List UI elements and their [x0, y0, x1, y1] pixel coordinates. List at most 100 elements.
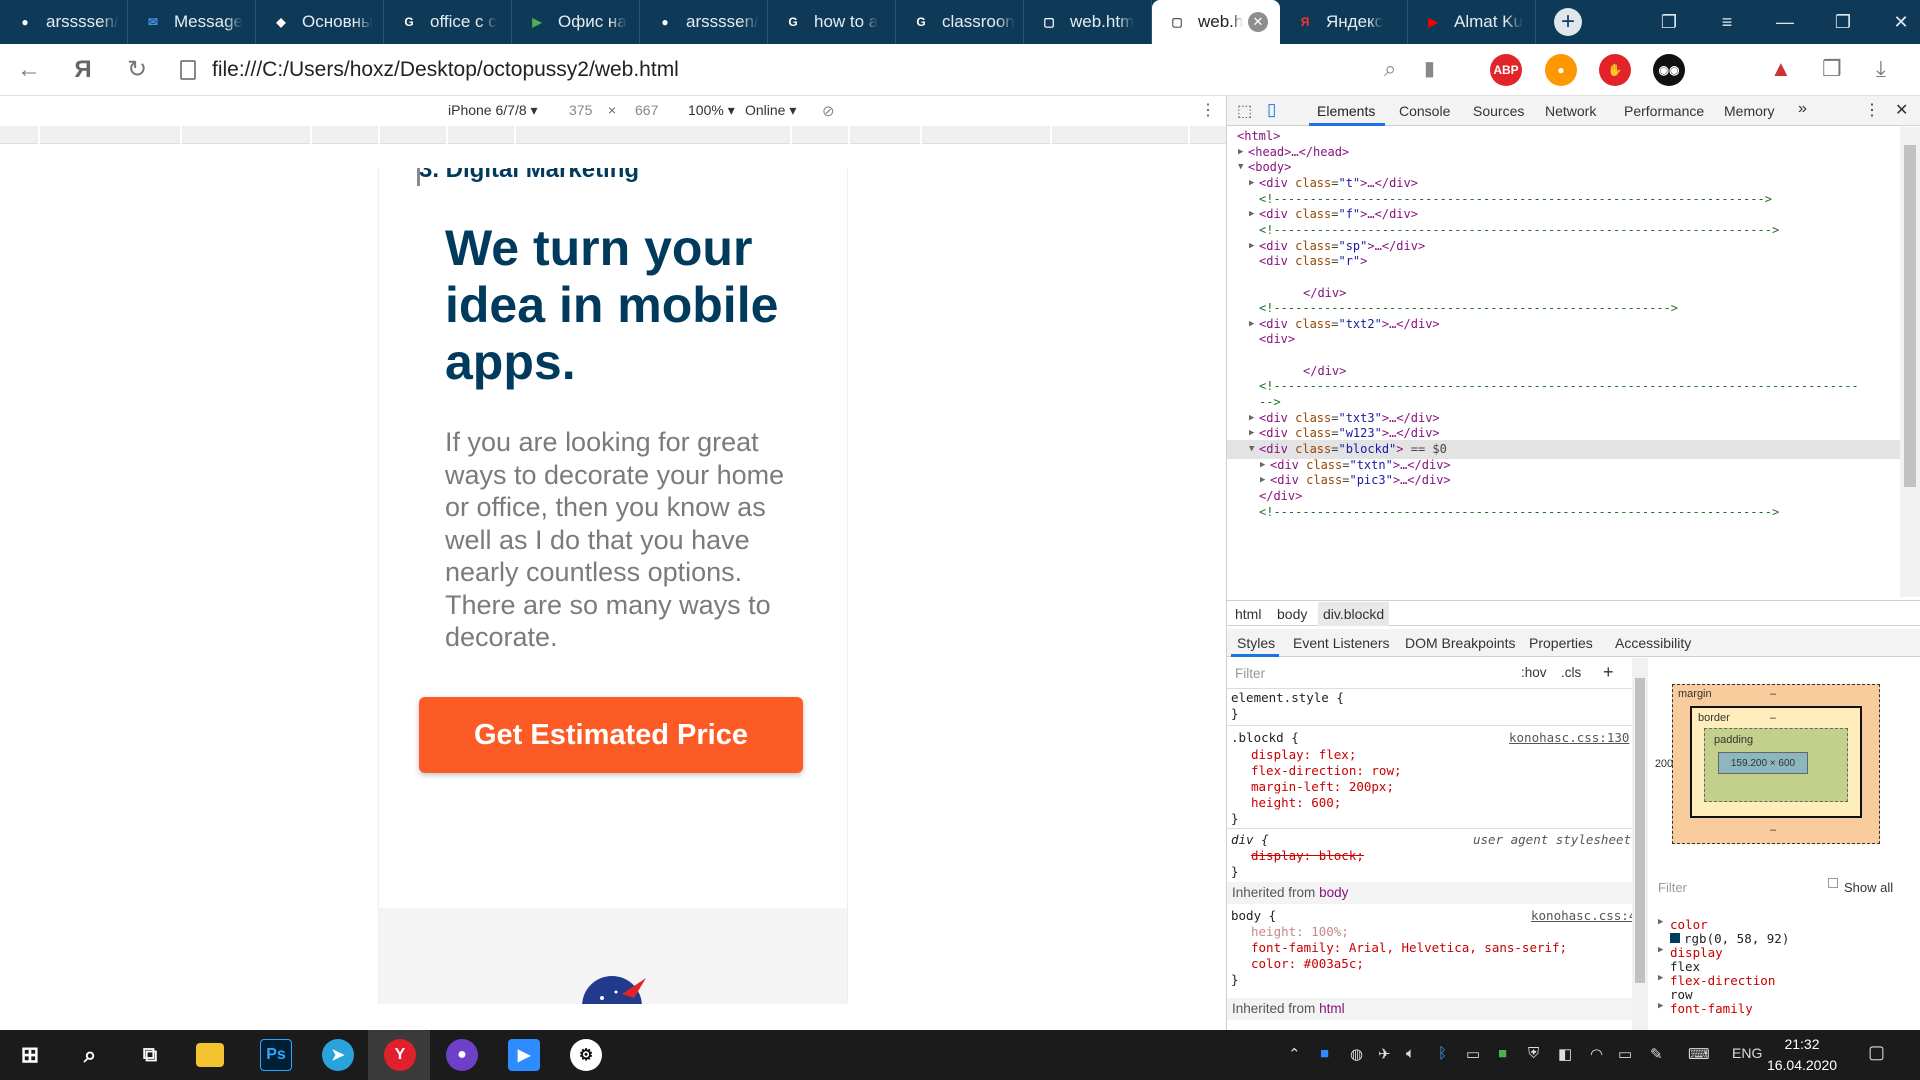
tray-vpn-icon[interactable]: ◍ — [1350, 1045, 1363, 1063]
inherited-element[interactable]: html — [1319, 1001, 1345, 1016]
reader-icon[interactable]: ❒ — [1822, 56, 1842, 82]
inherited-element[interactable]: body — [1319, 885, 1348, 900]
close-tab-icon[interactable]: ✕ — [1248, 12, 1268, 32]
expand-arrow-icon[interactable]: ▶ — [1249, 237, 1254, 256]
body-source-link[interactable]: konohasc.css:4 — [1531, 908, 1632, 923]
device-select[interactable]: iPhone 6/7/8 ▾ — [448, 102, 538, 119]
adblock-icon[interactable]: ABP — [1490, 54, 1522, 86]
breadcrumb-body[interactable]: body — [1277, 606, 1307, 622]
computed-filter-input[interactable]: Filter — [1658, 880, 1687, 895]
breadcrumb-html[interactable]: html — [1235, 606, 1261, 622]
expand-arrow-icon[interactable]: ▶ — [1658, 945, 1663, 955]
network-select[interactable]: Online ▾ — [745, 102, 796, 119]
tray-zoom-icon[interactable]: ■ — [1320, 1045, 1329, 1062]
show-all-checkbox[interactable] — [1828, 878, 1838, 888]
tab-elements[interactable]: Elements — [1317, 103, 1375, 119]
tray-app2-icon[interactable]: ◧ — [1558, 1045, 1572, 1063]
tab-sources[interactable]: Sources — [1473, 103, 1524, 119]
wifi-icon[interactable]: ◠ — [1590, 1045, 1603, 1063]
tab-accessibility[interactable]: Accessibility — [1615, 635, 1691, 651]
bookmark-icon[interactable]: ▮ — [1424, 56, 1435, 81]
browser-tab[interactable]: Goffice c c — [384, 0, 512, 44]
steam-icon[interactable]: ⚙ — [570, 1039, 602, 1071]
tab-memory[interactable]: Memory — [1724, 103, 1775, 119]
tray-chevron-icon[interactable]: ⌃ — [1288, 1045, 1301, 1063]
css-prop[interactable]: color: #003a5c; — [1251, 956, 1364, 971]
breadcrumb-div-blockd[interactable]: div.blockd — [1318, 602, 1390, 626]
github-desktop-icon[interactable]: ● — [446, 1039, 478, 1071]
expand-arrow-icon[interactable]: ▶ — [1249, 315, 1254, 334]
collapse-arrow-icon[interactable]: ▼ — [1249, 440, 1254, 459]
tray-app-icon[interactable]: ✈ — [1378, 1045, 1391, 1063]
tab-properties[interactable]: Properties — [1529, 635, 1593, 651]
browser-tab[interactable]: ◆ Основны — [256, 0, 384, 44]
cls-toggle[interactable]: .cls — [1561, 665, 1581, 680]
reload-icon[interactable]: ↻ — [110, 55, 164, 84]
expand-arrow-icon[interactable]: ▶ — [1658, 1001, 1663, 1011]
color-swatch[interactable] — [1670, 933, 1680, 943]
browser-tab[interactable]: ▶ Офис на — [512, 0, 640, 44]
browser-tab[interactable]: Ghow to a — [768, 0, 896, 44]
devtools-menu-icon[interactable]: ⋮ — [1864, 100, 1880, 120]
browser-tab[interactable]: Gclassroon — [896, 0, 1024, 44]
restore-button[interactable]: ❐ — [1814, 12, 1872, 33]
css-prop[interactable]: margin-left: 200px; — [1251, 779, 1394, 794]
volume-icon[interactable]: 🔈︎ — [1406, 1045, 1415, 1062]
css-prop[interactable]: font-family: Arial, Helvetica, sans-seri… — [1251, 940, 1567, 955]
width-input[interactable]: 375 — [569, 102, 592, 118]
bluetooth-icon[interactable]: ᛒ — [1438, 1045, 1447, 1062]
expand-arrow-icon[interactable]: ▶ — [1658, 973, 1663, 983]
expand-arrow-icon[interactable]: ▶ — [1249, 174, 1254, 193]
tray-display-icon[interactable]: ▭ — [1466, 1045, 1480, 1063]
more-options-icon[interactable]: ⋮ — [1200, 100, 1216, 120]
computed-prop-name[interactable]: font-family — [1670, 1001, 1753, 1016]
zoom-icon[interactable]: ▶ — [508, 1039, 540, 1071]
height-input[interactable]: 667 — [635, 102, 658, 118]
security-icon[interactable]: ⛨ — [1528, 1045, 1539, 1062]
expand-arrow-icon[interactable]: ▶ — [1249, 205, 1254, 224]
menu-icon[interactable]: ≡ — [1698, 12, 1756, 33]
add-rule-icon[interactable]: + — [1603, 662, 1614, 683]
url-text[interactable]: file:///C:/Users/hoxz/Desktop/octopussy2… — [212, 58, 679, 82]
dom-scrollbar[interactable] — [1900, 127, 1920, 597]
download-icon[interactable]: ⤓ — [1876, 56, 1886, 82]
zoom-select[interactable]: 100% ▾ — [688, 102, 735, 119]
language-indicator[interactable]: ENG — [1732, 1045, 1762, 1061]
box-content[interactable]: 159.200 × 600 — [1718, 752, 1808, 774]
search-icon[interactable]: ⌕ — [74, 1039, 106, 1071]
get-estimated-price-button[interactable]: Get Estimated Price — [419, 697, 803, 773]
styles-filter-input[interactable]: Filter — [1235, 666, 1265, 681]
close-devtools-icon[interactable]: ✕ — [1895, 100, 1908, 120]
close-window-button[interactable]: ✕ — [1872, 12, 1920, 33]
browser-tab[interactable]: ▢ web.htm — [1024, 0, 1152, 44]
more-tabs-icon[interactable]: » — [1798, 100, 1807, 118]
tab-console[interactable]: Console — [1399, 103, 1450, 119]
collapse-arrow-icon[interactable]: ▼ — [1238, 158, 1243, 177]
computed-prop-name[interactable]: color — [1670, 917, 1708, 932]
browser-tab[interactable]: ✉ Message — [128, 0, 256, 44]
css-prop-overridden[interactable]: display: block; — [1251, 848, 1364, 863]
minimize-button[interactable]: — — [1756, 12, 1814, 33]
css-prop[interactable]: display: flex; — [1251, 747, 1356, 762]
tab-performance[interactable]: Performance — [1624, 103, 1704, 119]
browser-tab[interactable]: ● arssssen/ — [0, 0, 128, 44]
css-prop-inactive[interactable]: height: 100%; — [1251, 924, 1349, 939]
yandex-browser-icon[interactable]: Y — [384, 1039, 416, 1071]
system-clock[interactable]: 21:32 16.04.2020 — [1762, 1034, 1842, 1076]
new-tab-button[interactable]: + — [1554, 8, 1582, 36]
tab-dom-breakpoints[interactable]: DOM Breakpoints — [1405, 635, 1515, 651]
browser-tab[interactable]: ● arssssen/ — [640, 0, 768, 44]
mask-icon[interactable]: ◉◉ — [1653, 54, 1685, 86]
back-arrow-icon[interactable]: ← — [2, 56, 56, 84]
expand-arrow-icon[interactable]: ▶ — [1658, 917, 1663, 927]
tab-network[interactable]: Network — [1545, 103, 1596, 119]
css-prop[interactable]: height: 600; — [1251, 795, 1341, 810]
hov-toggle[interactable]: :hov — [1521, 665, 1547, 680]
file-explorer-icon[interactable] — [196, 1043, 224, 1067]
windows-start-icon[interactable]: ⊞ — [14, 1039, 46, 1071]
collections-icon[interactable]: ❐ — [1640, 12, 1698, 33]
browser-tab[interactable]: Я Яндекс — [1280, 0, 1408, 44]
tab-styles[interactable]: Styles — [1237, 635, 1275, 651]
task-view-icon[interactable]: ⧉ — [134, 1039, 166, 1071]
styles-scrollbar[interactable] — [1632, 658, 1648, 1030]
